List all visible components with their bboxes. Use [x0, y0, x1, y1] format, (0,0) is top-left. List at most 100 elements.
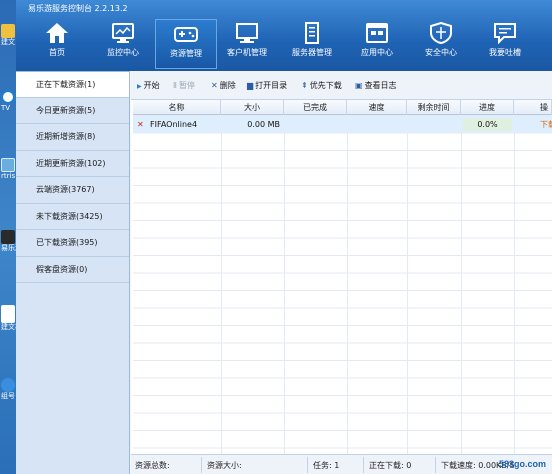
- desktop-monitor-shortcut[interactable]: rtris: [0, 158, 16, 181]
- desktop-label: 易乐游: [1, 244, 16, 252]
- column-divider: [461, 115, 462, 454]
- column-header-name[interactable]: 名称: [133, 100, 221, 115]
- pause-icon: Ⅱ: [173, 81, 177, 90]
- app-window: 易乐游服务控制台 2.2.13.2 首页 监控中心 资源管理 客户机管理 服务器…: [16, 0, 552, 474]
- action-label: 查看日志: [364, 81, 397, 90]
- gamepad-icon: [174, 27, 198, 42]
- table-body: ✕ FIFAOnline4 0.00 MB 0.0% 下载: [133, 115, 552, 454]
- content-panel: ▶ 开始 Ⅱ 暂停 ✕ 删除 ▆ 打开目录 ⇞ 优先下载 ▣ 查看日志 名称 大小 已完成 …: [131, 71, 552, 474]
- column-divider: [514, 115, 515, 454]
- delete-icon: ✕: [211, 81, 218, 90]
- desktop-document-shortcut[interactable]: 建文档: [0, 305, 16, 332]
- play-icon: ▶: [137, 83, 142, 90]
- column-header-action[interactable]: 操: [514, 100, 552, 115]
- apps-icon: [366, 23, 388, 43]
- nav-label: 首页: [49, 48, 65, 57]
- teamviewer-icon: [1, 90, 15, 104]
- nav-resources[interactable]: 资源管理: [155, 19, 217, 69]
- sidebar-item-recent-added[interactable]: 近期新增资源(8): [16, 124, 129, 151]
- open-folder-button[interactable]: ▆ 打开目录: [247, 80, 287, 91]
- status-divider: [435, 457, 436, 473]
- status-divider: [201, 457, 202, 473]
- sidebar-item-downloaded[interactable]: 已下载资源(395): [16, 230, 129, 257]
- status-size: 资源大小:: [207, 461, 242, 470]
- chat-icon: [494, 23, 516, 44]
- status-total: 资源总数:: [135, 461, 170, 470]
- priority-icon: ⇞: [301, 81, 308, 90]
- row-speed: [347, 116, 407, 133]
- pause-button[interactable]: Ⅱ 暂停: [173, 80, 195, 91]
- sidebar-item-fake-disk[interactable]: 假客盘资源(0): [16, 257, 129, 283]
- action-label: 暂停: [178, 81, 195, 90]
- desktop-ie-shortcut[interactable]: 组号: [0, 378, 16, 401]
- column-header-size[interactable]: 大小: [221, 100, 284, 115]
- delete-button[interactable]: ✕ 删除: [211, 80, 236, 91]
- nav-label: 服务器管理: [292, 48, 332, 57]
- priority-download-button[interactable]: ⇞ 优先下载: [301, 80, 342, 91]
- status-divider: [363, 457, 364, 473]
- desktop-label: TV: [1, 104, 11, 112]
- nav-home[interactable]: 首页: [26, 19, 88, 69]
- sidebar-item-recent-updated[interactable]: 近期更新资源(102): [16, 151, 129, 177]
- sidebar-item-downloading[interactable]: 正在下载资源(1): [16, 71, 129, 98]
- status-divider: [307, 457, 308, 473]
- sidebar-item-cloud[interactable]: 云端资源(3767): [16, 177, 129, 204]
- desktop-teamviewer-shortcut[interactable]: TV: [0, 90, 16, 113]
- start-button[interactable]: ▶ 开始: [137, 80, 160, 91]
- app-icon: [1, 230, 15, 244]
- table-header: 名称 大小 已完成 速度 剩余时间 进度 操: [133, 100, 552, 115]
- desktop-label: 组号: [1, 392, 15, 400]
- folder-icon: ▆: [247, 81, 254, 90]
- action-label: 开始: [143, 81, 160, 90]
- folder-icon: [1, 24, 15, 38]
- nav-label: 安全中心: [425, 48, 457, 57]
- cancel-icon[interactable]: ✕: [137, 116, 144, 133]
- nav-label: 资源管理: [170, 49, 202, 58]
- resource-table: 名称 大小 已完成 速度 剩余时间 进度 操 ✕ FIFAOnline4 0.0…: [133, 100, 552, 454]
- desktop-app-shortcut[interactable]: 易乐游: [0, 230, 16, 253]
- table-row[interactable]: ✕ FIFAOnline4 0.00 MB 0.0% 下载: [133, 116, 552, 133]
- computer-icon: [236, 23, 258, 43]
- column-header-remaining[interactable]: 剩余时间: [407, 100, 461, 115]
- nav-label: 监控中心: [107, 48, 139, 57]
- row-name: FIFAOnline4: [150, 120, 198, 129]
- nav-servers[interactable]: 服务器管理: [281, 19, 343, 69]
- sidebar-item-not-downloaded[interactable]: 未下载资源(3425): [16, 204, 129, 230]
- desktop-folder-shortcut[interactable]: 建文: [0, 24, 16, 47]
- column-divider: [221, 115, 222, 454]
- status-tasks: 任务: 1: [313, 461, 340, 470]
- sidebar: 正在下载资源(1) 今日更新资源(5) 近期新增资源(8) 近期更新资源(102…: [16, 71, 130, 474]
- action-label: 打开目录: [255, 81, 288, 90]
- column-divider: [284, 115, 285, 454]
- app-title: 易乐游服务控制台 2.2.13.2: [28, 4, 128, 13]
- nav-label: 我要吐槽: [489, 48, 521, 57]
- shield-icon: [430, 22, 452, 44]
- column-header-speed[interactable]: 速度: [347, 100, 407, 115]
- nav-apps[interactable]: 应用中心: [346, 19, 408, 69]
- nav-clients[interactable]: 客户机管理: [216, 19, 278, 69]
- view-log-button[interactable]: ▣ 查看日志: [355, 80, 397, 91]
- status-bar: 资源总数: 资源大小: 任务: 1 正在下载: 0 下载速度: 0.00KB/S…: [131, 454, 552, 474]
- log-icon: ▣: [355, 81, 363, 90]
- sidebar-item-today-updated[interactable]: 今日更新资源(5): [16, 98, 129, 124]
- nav-monitor[interactable]: 监控中心: [92, 19, 154, 69]
- column-header-done[interactable]: 已完成: [284, 100, 347, 115]
- row-done: [284, 116, 347, 133]
- column-divider: [347, 115, 348, 454]
- column-header-progress[interactable]: 进度: [461, 100, 514, 115]
- progress-text: 0.0%: [477, 120, 498, 129]
- download-link[interactable]: 下载: [540, 116, 552, 133]
- header-bar: 易乐游服务控制台 2.2.13.2 首页 监控中心 资源管理 客户机管理 服务器…: [16, 0, 552, 71]
- column-divider: [407, 115, 408, 454]
- nav-feedback[interactable]: 我要吐槽: [474, 19, 536, 69]
- monitor-icon: [112, 23, 134, 43]
- watermark: 583go.com: [498, 459, 546, 469]
- nav-label: 客户机管理: [227, 48, 267, 57]
- nav-label: 应用中心: [361, 48, 393, 57]
- ie-icon: [1, 378, 15, 392]
- main-nav: 首页 监控中心 资源管理 客户机管理 服务器管理 应用中心 安全中心 我要吐槽: [16, 19, 552, 71]
- desktop-strip: 建文 TV rtris 易乐游 建文档 组号: [0, 0, 16, 474]
- home-icon: [46, 23, 68, 43]
- row-size: 0.00 MB: [247, 120, 280, 129]
- nav-security[interactable]: 安全中心: [410, 19, 472, 69]
